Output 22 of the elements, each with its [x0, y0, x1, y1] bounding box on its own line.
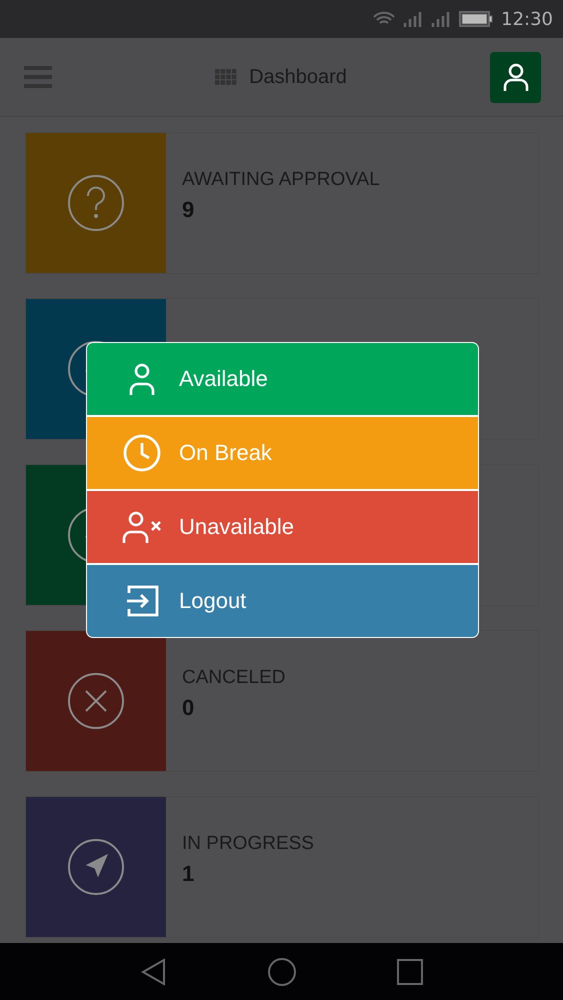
- question-icon: [67, 174, 125, 232]
- home-icon[interactable]: [266, 956, 296, 986]
- grid-icon: [215, 69, 238, 85]
- card-count: 0: [182, 695, 196, 721]
- cancel-icon: [67, 672, 125, 730]
- user-status-button[interactable]: [490, 52, 541, 102]
- status-time: 12:30: [501, 8, 553, 30]
- navigation-icon: [67, 838, 125, 896]
- recents-icon[interactable]: [396, 958, 422, 984]
- status-menu-item[interactable]: On Break: [87, 417, 478, 489]
- battery-icon: [459, 11, 494, 27]
- person-icon: [502, 62, 530, 92]
- status-menu-item[interactable]: Logout: [87, 565, 478, 637]
- person-remove-icon: [121, 510, 163, 544]
- status-menu-item[interactable]: Unavailable: [87, 491, 478, 563]
- signal-icon: [431, 11, 452, 27]
- card-count: 1: [182, 861, 196, 887]
- card-count: 9: [182, 197, 196, 223]
- status-menu-item[interactable]: Available: [87, 343, 478, 415]
- signal-icon: [403, 11, 424, 27]
- clock-icon: [121, 434, 163, 472]
- back-icon[interactable]: [140, 958, 166, 986]
